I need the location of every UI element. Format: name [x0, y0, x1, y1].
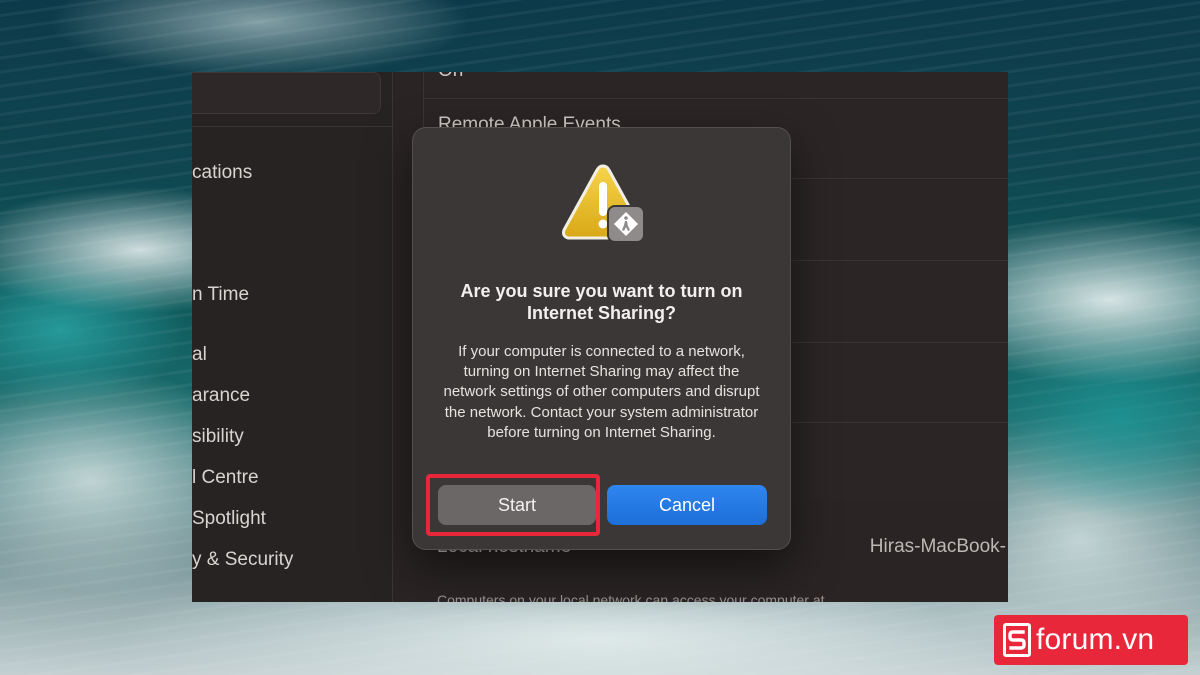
- hostname-footnote: Computers on your local network can acce…: [437, 592, 825, 602]
- sidebar-item-control-centre[interactable]: l Centre: [192, 467, 259, 489]
- warning-icon: [558, 162, 648, 246]
- sidebar-item-appearance[interactable]: arance: [192, 385, 250, 407]
- sidebar-search-field[interactable]: [192, 72, 381, 114]
- start-button-highlight: [426, 474, 600, 536]
- internet-sharing-icon: [607, 205, 645, 243]
- partial-on-label: On: [438, 72, 463, 82]
- alert-message: If your computer is connected to a netwo…: [443, 343, 760, 441]
- sidebar-item-general[interactable]: al: [192, 336, 375, 374]
- sidebar-item-screen-time[interactable]: n Time: [192, 284, 249, 306]
- sidebar-item-accessibility[interactable]: sibility: [192, 426, 244, 448]
- cancel-button[interactable]: Cancel: [607, 485, 767, 525]
- sidebar-divider: [192, 126, 392, 127]
- watermark-text: forum.vn: [1036, 623, 1155, 656]
- row-divider: [424, 98, 1008, 99]
- alert-title: Are you sure you want to turn on Interne…: [460, 281, 743, 323]
- sidebar-item-notifications[interactable]: cations: [192, 162, 252, 184]
- local-hostname-value: Hiras-MacBook-: [869, 536, 1006, 557]
- s-logo-icon: [1003, 623, 1031, 657]
- forum-watermark: forum.vn: [994, 615, 1188, 665]
- sidebar-item-privacy-security[interactable]: y & Security: [192, 549, 293, 571]
- sidebar-item-siri-spotlight[interactable]: Spotlight: [192, 508, 266, 530]
- sidebar: cations n Time al arance sibility l Cent…: [192, 72, 393, 602]
